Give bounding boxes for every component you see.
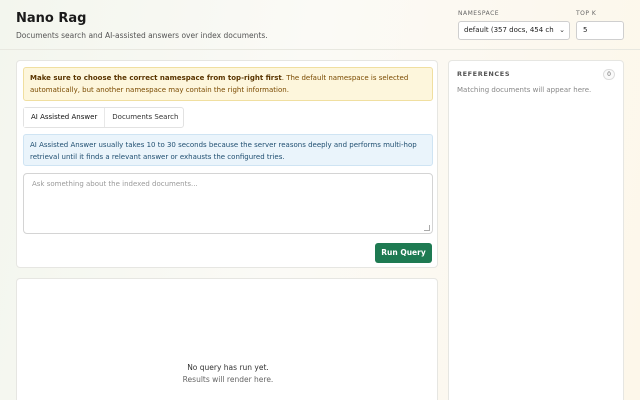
tab-documents-search[interactable]: Documents Search	[105, 108, 185, 127]
references-panel: REFERENCES 0 Matching documents will app…	[448, 60, 624, 400]
results-empty-subtitle: Results will render here.	[182, 375, 274, 384]
namespace-value: default (357 docs, 454 ch	[464, 26, 554, 34]
info-notice: AI Assisted Answer usually takes 10 to 3…	[23, 134, 433, 166]
topk-label: TOP K	[576, 10, 597, 17]
results-empty-title: No query has run yet.	[187, 363, 269, 372]
query-placeholder: Ask something about the indexed document…	[32, 180, 198, 188]
namespace-warning: Make sure to choose the correct namespac…	[23, 67, 433, 101]
warning-bold: Make sure to choose the correct namespac…	[30, 74, 282, 82]
mode-tabs: AI Assisted Answer Documents Search	[23, 107, 184, 128]
references-title: REFERENCES	[457, 70, 511, 78]
chevron-down-icon: ⌄	[559, 26, 565, 34]
namespace-label: NAMESPACE	[458, 10, 500, 17]
query-panel: Make sure to choose the correct namespac…	[16, 60, 438, 268]
namespace-select[interactable]: default (357 docs, 454 ch ⌄	[458, 21, 570, 40]
topk-input[interactable]: 5	[576, 21, 624, 40]
results-panel: No query has run yet. Results will rende…	[16, 278, 438, 400]
app-title: Nano Rag	[16, 11, 87, 26]
app-subtitle: Documents search and AI-assisted answers…	[16, 31, 268, 40]
app-header: Nano Rag Documents search and AI-assiste…	[0, 0, 640, 50]
references-empty-text: Matching documents will appear here.	[457, 86, 592, 94]
resize-handle[interactable]	[424, 225, 430, 231]
query-input[interactable]: Ask something about the indexed document…	[23, 173, 433, 234]
tab-ai-assisted-answer[interactable]: AI Assisted Answer	[24, 108, 106, 127]
run-query-button[interactable]: Run Query	[375, 243, 432, 263]
references-count-badge: 0	[603, 69, 615, 80]
